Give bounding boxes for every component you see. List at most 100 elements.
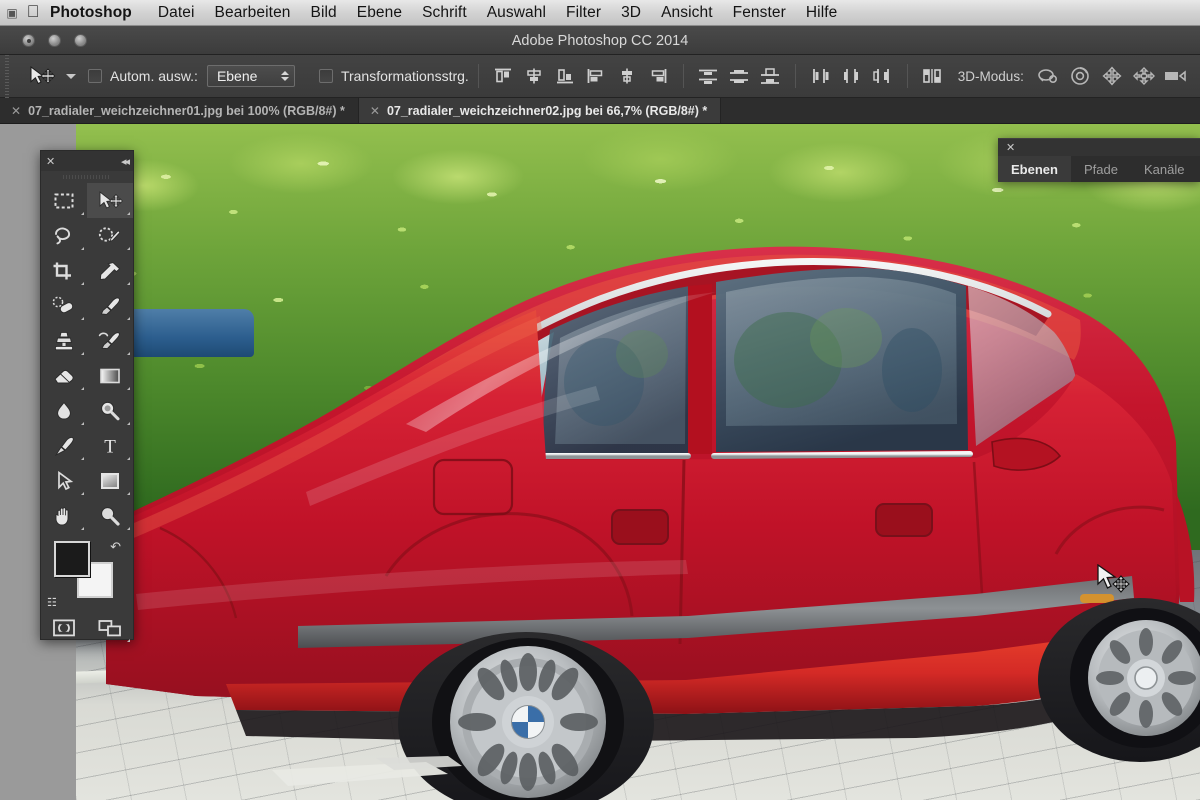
document-image[interactable] <box>76 124 1200 800</box>
menu-schrift[interactable]: Schrift <box>412 4 477 22</box>
foreground-color-swatch[interactable] <box>54 541 90 577</box>
rotate-3d-object-button[interactable] <box>1032 61 1064 91</box>
tab-ebenen[interactable]: Ebenen <box>998 156 1071 182</box>
tool-horizontal-type[interactable]: T <box>87 428 133 463</box>
tools-panel-header[interactable]: ✕ ◂◂ <box>41 151 133 171</box>
close-icon[interactable]: ✕ <box>370 104 380 118</box>
menu-fenster[interactable]: Fenster <box>723 4 796 22</box>
distribute-horizontal-centers-button[interactable] <box>836 61 867 91</box>
mac-menu-bar[interactable]: ▣  Photoshop Datei Bearbeiten Bild Eben… <box>0 0 1200 26</box>
tool-crop[interactable] <box>41 253 87 288</box>
align-left-edges-button[interactable] <box>581 61 612 91</box>
align-horizontal-centers-button[interactable] <box>612 61 643 91</box>
double-chevron-left-icon[interactable]: ◂◂ <box>121 155 130 168</box>
tool-eyedropper[interactable] <box>87 253 133 288</box>
tool-hand[interactable] <box>41 498 87 533</box>
slide-3d-object-button[interactable] <box>1128 61 1160 91</box>
menu-photoshop[interactable]: Photoshop <box>46 4 148 22</box>
tool-options-bar[interactable]: Autom. ausw.: Ebene Transformationsstrg. <box>0 54 1200 98</box>
menu-ebene[interactable]: Ebene <box>347 4 412 22</box>
align-top-edges-button[interactable] <box>488 61 519 91</box>
window-minimize-button[interactable] <box>48 34 61 47</box>
distribute-vertical-centers-button[interactable] <box>724 61 755 91</box>
scale-3d-object-button[interactable] <box>1160 61 1192 91</box>
swap-colors-icon[interactable]: ↶ <box>110 539 121 555</box>
auto-select-checkbox[interactable] <box>88 69 102 83</box>
menu-auswahl[interactable]: Auswahl <box>477 4 556 22</box>
layers-panel[interactable]: ✕ Ebenen Pfade Kanäle <box>998 138 1200 182</box>
close-icon[interactable]: ✕ <box>46 155 55 168</box>
quick-mask-toggle[interactable] <box>41 611 87 645</box>
distribute-bottom-edges-button[interactable] <box>755 61 786 91</box>
auto-select-dropdown[interactable]: Ebene <box>206 65 295 87</box>
tool-dodge[interactable] <box>87 393 133 428</box>
options-separator <box>477 64 479 88</box>
tool-submenu-indicator <box>127 387 130 390</box>
tools-panel[interactable]: ✕ ◂◂ T ↶ ☷ <box>40 150 134 642</box>
app-switcher-icon[interactable]: ▣ <box>4 6 20 20</box>
roll-3d-object-button[interactable] <box>1064 61 1096 91</box>
auto-align-layers-button[interactable] <box>917 61 948 91</box>
tool-blur[interactable] <box>41 393 87 428</box>
document-canvas[interactable]: ✕ ◂◂ T ↶ ☷ ✕ Ebenen Pfade Kanäle <box>0 124 1200 800</box>
tool-eraser[interactable] <box>41 358 87 393</box>
distribute-left-edges-button[interactable] <box>805 61 836 91</box>
tool-brush[interactable] <box>87 288 133 323</box>
tool-rectangle-shape[interactable] <box>87 463 133 498</box>
align-right-edges-button[interactable] <box>643 61 674 91</box>
pan-3d-object-button[interactable] <box>1096 61 1128 91</box>
tool-pen[interactable] <box>41 428 87 463</box>
tool-rectangular-marquee[interactable] <box>41 183 87 218</box>
menu-filter[interactable]: Filter <box>556 4 611 22</box>
menu-bearbeiten[interactable]: Bearbeiten <box>205 4 301 22</box>
tool-gradient[interactable] <box>87 358 133 393</box>
window-close-button[interactable] <box>22 34 35 47</box>
slide-3d-object-icon <box>1132 67 1155 85</box>
close-icon[interactable]: ✕ <box>1006 141 1015 154</box>
tool-spot-healing-brush[interactable] <box>41 288 87 323</box>
tool-zoom[interactable] <box>87 498 133 533</box>
tab-kanaele[interactable]: Kanäle <box>1131 156 1197 182</box>
screen-mode-icon <box>98 620 121 637</box>
eyedropper-tool-icon <box>99 261 121 280</box>
panel-header[interactable]: ✕ <box>998 138 1200 156</box>
window-maximize-button[interactable] <box>74 34 87 47</box>
tool-move[interactable] <box>87 183 133 218</box>
tool-preset-chevron-down-icon[interactable] <box>66 73 76 79</box>
tool-submenu-indicator <box>81 317 84 320</box>
distribute-right-edges-button[interactable] <box>867 61 898 91</box>
tool-history-brush[interactable] <box>87 323 133 358</box>
align-vertical-centers-icon <box>527 68 542 84</box>
tool-quick-selection[interactable] <box>87 218 133 253</box>
distribute-top-edges-button[interactable] <box>693 61 724 91</box>
rotate-3d-object-icon <box>1038 69 1057 84</box>
tool-submenu-indicator <box>81 212 84 215</box>
menu-hilfe[interactable]: Hilfe <box>796 4 848 22</box>
tool-path-selection[interactable] <box>41 463 87 498</box>
close-icon[interactable]: ✕ <box>11 104 21 118</box>
apple-logo-icon[interactable]:  <box>20 3 46 23</box>
align-bottom-edges-button[interactable] <box>550 61 581 91</box>
current-tool-icon-wrap[interactable] <box>22 61 62 91</box>
tab-pfade[interactable]: Pfade <box>1071 156 1131 182</box>
menu-3d[interactable]: 3D <box>611 4 651 22</box>
tools-panel-grip[interactable] <box>63 172 111 181</box>
tool-clone-stamp[interactable] <box>41 323 87 358</box>
move-tool-icon <box>30 66 56 85</box>
default-colors-icon[interactable]: ☷ <box>47 596 57 609</box>
menu-bild[interactable]: Bild <box>301 4 347 22</box>
align-vertical-centers-button[interactable] <box>519 61 550 91</box>
mouse-cursor <box>1096 563 1136 605</box>
menu-ansicht[interactable]: Ansicht <box>651 4 723 22</box>
tool-lasso[interactable] <box>41 218 87 253</box>
document-tab-2[interactable]: ✕ 07_radialer_weichzeichner02.jpg bei 66… <box>358 98 722 123</box>
options-bar-grip[interactable] <box>0 54 14 98</box>
transform-controls-checkbox[interactable] <box>318 69 333 83</box>
align-top-edges-icon <box>495 68 512 83</box>
screen-mode-button[interactable] <box>87 611 133 645</box>
document-tab-bar[interactable]: ✕ 07_radialer_weichzeichner01.jpg bei 10… <box>0 98 1200 124</box>
document-tab-1[interactable]: ✕ 07_radialer_weichzeichner01.jpg bei 10… <box>0 98 359 123</box>
toolbar-bottom-row <box>41 611 133 645</box>
menu-datei[interactable]: Datei <box>148 4 205 22</box>
tool-submenu-indicator <box>81 527 84 530</box>
